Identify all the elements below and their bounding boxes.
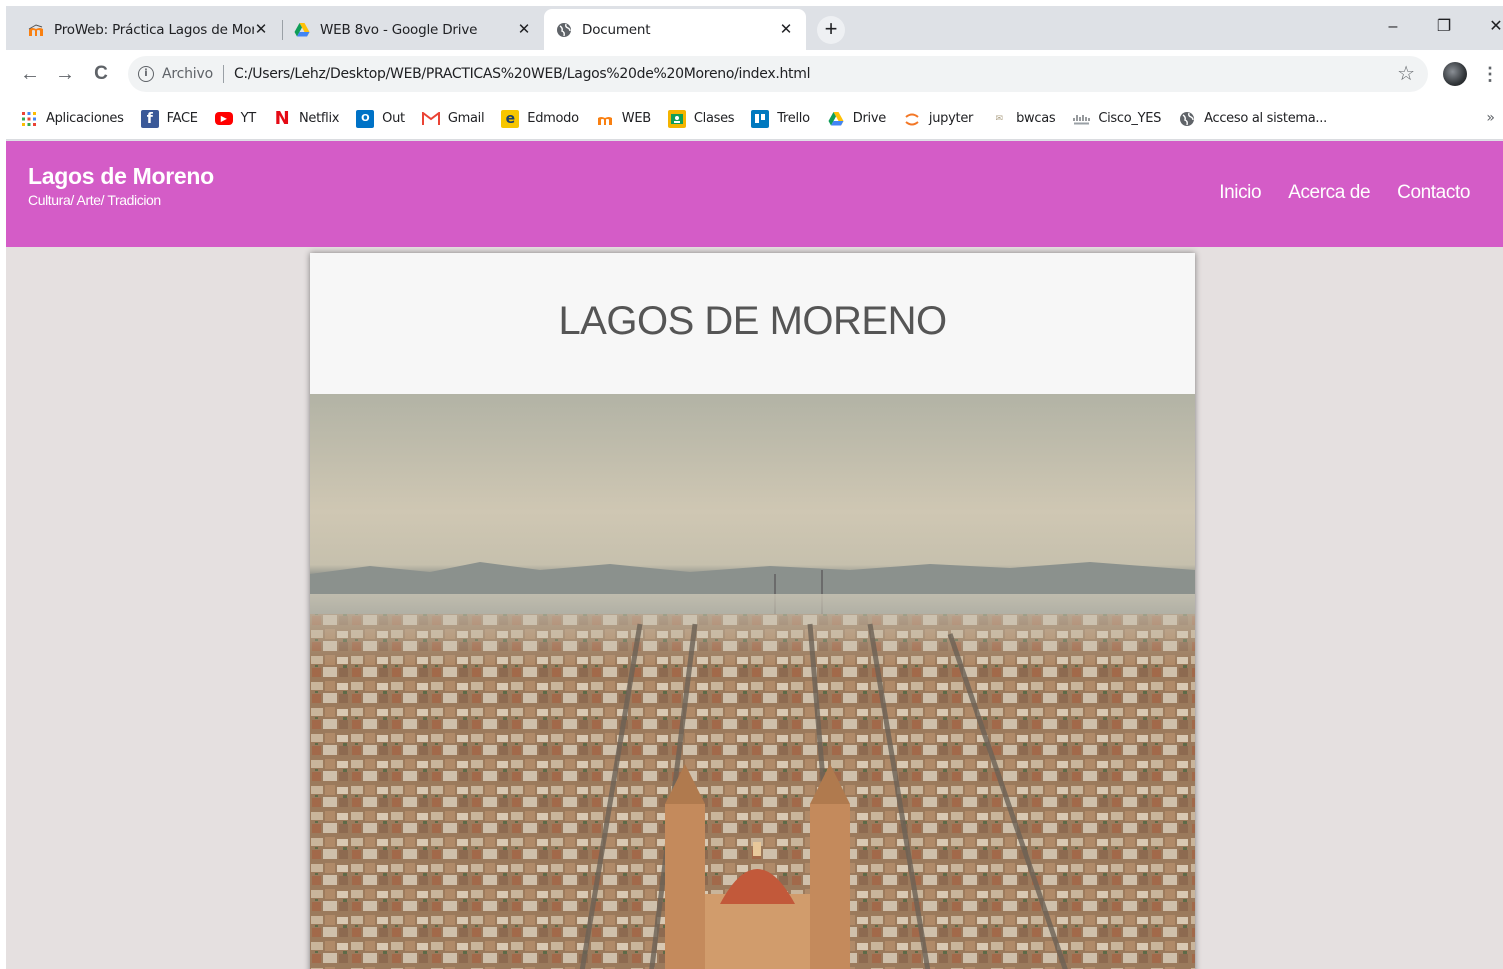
trello-icon (751, 109, 770, 128)
back-button[interactable]: ← (18, 62, 42, 86)
bookmarks-overflow-button[interactable]: » (1486, 110, 1495, 126)
moodle-icon (596, 110, 614, 128)
bookmark-label: Cisco_YES (1098, 111, 1162, 126)
tab-proweb[interactable]: ProWeb: Práctica Lagos de Moreno ✕ (16, 9, 281, 50)
close-window-button[interactable]: ✕ (1481, 14, 1503, 40)
facebook-icon: f (140, 109, 159, 128)
page-viewport: Lagos de Moreno Cultura/ Arte/ Tradicion… (6, 141, 1503, 969)
browser-window: ProWeb: Práctica Lagos de Moreno ✕ WEB 8… (6, 6, 1503, 969)
address-bar[interactable]: i Archivo C:/Users/Lehz/Desktop/WEB/PRAC… (128, 56, 1428, 92)
bookmark-label: FACE (166, 111, 198, 126)
tab-title: Document (582, 21, 651, 38)
bookmark-label: YT (240, 111, 257, 126)
content-card: LAGOS DE MORENO (310, 253, 1195, 969)
bookmark-aplicaciones[interactable]: Aplicaciones (20, 110, 124, 128)
bookmark-clases[interactable]: Clases (667, 109, 735, 128)
url-divider (222, 65, 224, 83)
bookmark-label: bwcas (1016, 111, 1056, 126)
bookmark-trello[interactable]: Trello (751, 109, 810, 128)
city-aerial-illustration (310, 562, 1195, 969)
edmodo-icon: e (501, 109, 520, 128)
bookmark-label: Drive (852, 111, 886, 126)
url-origin: Archivo (162, 66, 213, 82)
tab-document[interactable]: Document ✕ (544, 9, 806, 50)
youtube-icon: ▶ (214, 112, 233, 125)
bookmark-label: Acceso al sistema... (1204, 111, 1327, 126)
bookmark-label: Out (382, 111, 405, 126)
browser-toolbar: ← → C i Archivo C:/Users/Lehz/Desktop/WE… (6, 50, 1503, 98)
bookmark-netflix[interactable]: N Netflix (273, 108, 340, 129)
bookmark-label: Edmodo (527, 111, 579, 126)
menu-icon[interactable]: ⋮ (1481, 62, 1499, 86)
bookmark-acceso[interactable]: Acceso al sistema... (1178, 110, 1327, 128)
tab-title: ProWeb: Práctica Lagos de Moreno (54, 21, 254, 38)
bookmark-cisco[interactable]: Cisco_YES (1072, 110, 1161, 128)
bookmark-drive[interactable]: Drive (827, 110, 886, 128)
site-brand-subtitle: Cultura/ Arte/ Tradicion (28, 192, 161, 208)
apps-grid-icon (20, 110, 38, 128)
new-tab-button[interactable]: + (817, 16, 845, 44)
bookmark-gmail[interactable]: Gmail (421, 110, 485, 128)
bookmark-star-icon[interactable]: ☆ (1397, 64, 1415, 84)
bookmark-bwcas[interactable]: ✉ bwcas (990, 110, 1055, 128)
bookmark-label: Aplicaciones (46, 111, 124, 126)
info-icon[interactable]: i (138, 66, 154, 82)
forward-button[interactable]: → (53, 62, 77, 86)
url-text[interactable]: C:/Users/Lehz/Desktop/WEB/PRACTICAS%20WE… (234, 66, 811, 82)
bookmark-yt[interactable]: ▶ YT (214, 111, 257, 126)
close-icon[interactable]: ✕ (516, 21, 532, 37)
bookmark-label: Gmail (447, 111, 485, 126)
bookmark-label: Netflix (298, 111, 340, 126)
nav-link-inicio[interactable]: Inicio (1219, 182, 1261, 204)
gmail-icon (421, 110, 440, 128)
globe-icon (556, 22, 572, 38)
site-nav: Inicio Acerca de Contacto (1192, 182, 1470, 204)
site-header: Lagos de Moreno Cultura/ Arte/ Tradicion… (6, 141, 1503, 247)
hero-image (310, 394, 1195, 969)
moodle-icon (28, 22, 44, 38)
close-icon[interactable]: ✕ (253, 21, 269, 37)
jupyter-icon (903, 110, 921, 128)
site-brand-title[interactable]: Lagos de Moreno (28, 163, 214, 190)
bookmark-web[interactable]: WEB (596, 110, 651, 128)
bookmark-edmodo[interactable]: e Edmodo (501, 109, 579, 128)
bookmarks-bar: Aplicaciones f FACE ▶ YT N Netflix O Out… (6, 98, 1503, 140)
tab-strip: ProWeb: Práctica Lagos de Moreno ✕ WEB 8… (6, 6, 1503, 50)
nav-link-contacto[interactable]: Contacto (1397, 182, 1470, 204)
tab-title: WEB 8vo - Google Drive (320, 21, 478, 38)
bookmark-face[interactable]: f FACE (140, 109, 198, 128)
bookmark-label: WEB (621, 111, 651, 126)
minimize-button[interactable]: – (1378, 14, 1408, 40)
profile-avatar-icon[interactable] (1443, 62, 1467, 86)
nav-link-acerca-de[interactable]: Acerca de (1288, 182, 1370, 204)
bookmark-out[interactable]: O Out (356, 109, 405, 128)
card-title: LAGOS DE MORENO (558, 299, 947, 343)
restore-button[interactable]: ❐ (1429, 14, 1459, 40)
bookmark-label: jupyter (928, 111, 974, 126)
netflix-icon: N (274, 108, 290, 129)
google-drive-icon (827, 110, 845, 128)
tab-google-drive[interactable]: WEB 8vo - Google Drive ✕ (282, 9, 544, 50)
google-drive-icon (294, 22, 310, 38)
globe-icon (1178, 110, 1196, 128)
classroom-icon (667, 109, 686, 128)
cisco-icon (1072, 110, 1090, 128)
bookmark-label: Clases (693, 111, 735, 126)
bwcas-icon: ✉ (995, 113, 1003, 124)
bookmark-jupyter[interactable]: jupyter (903, 110, 973, 128)
reload-button[interactable]: C (89, 62, 113, 86)
outlook-icon: O (356, 109, 375, 128)
close-icon[interactable]: ✕ (778, 21, 794, 37)
bookmark-label: Trello (777, 111, 810, 126)
